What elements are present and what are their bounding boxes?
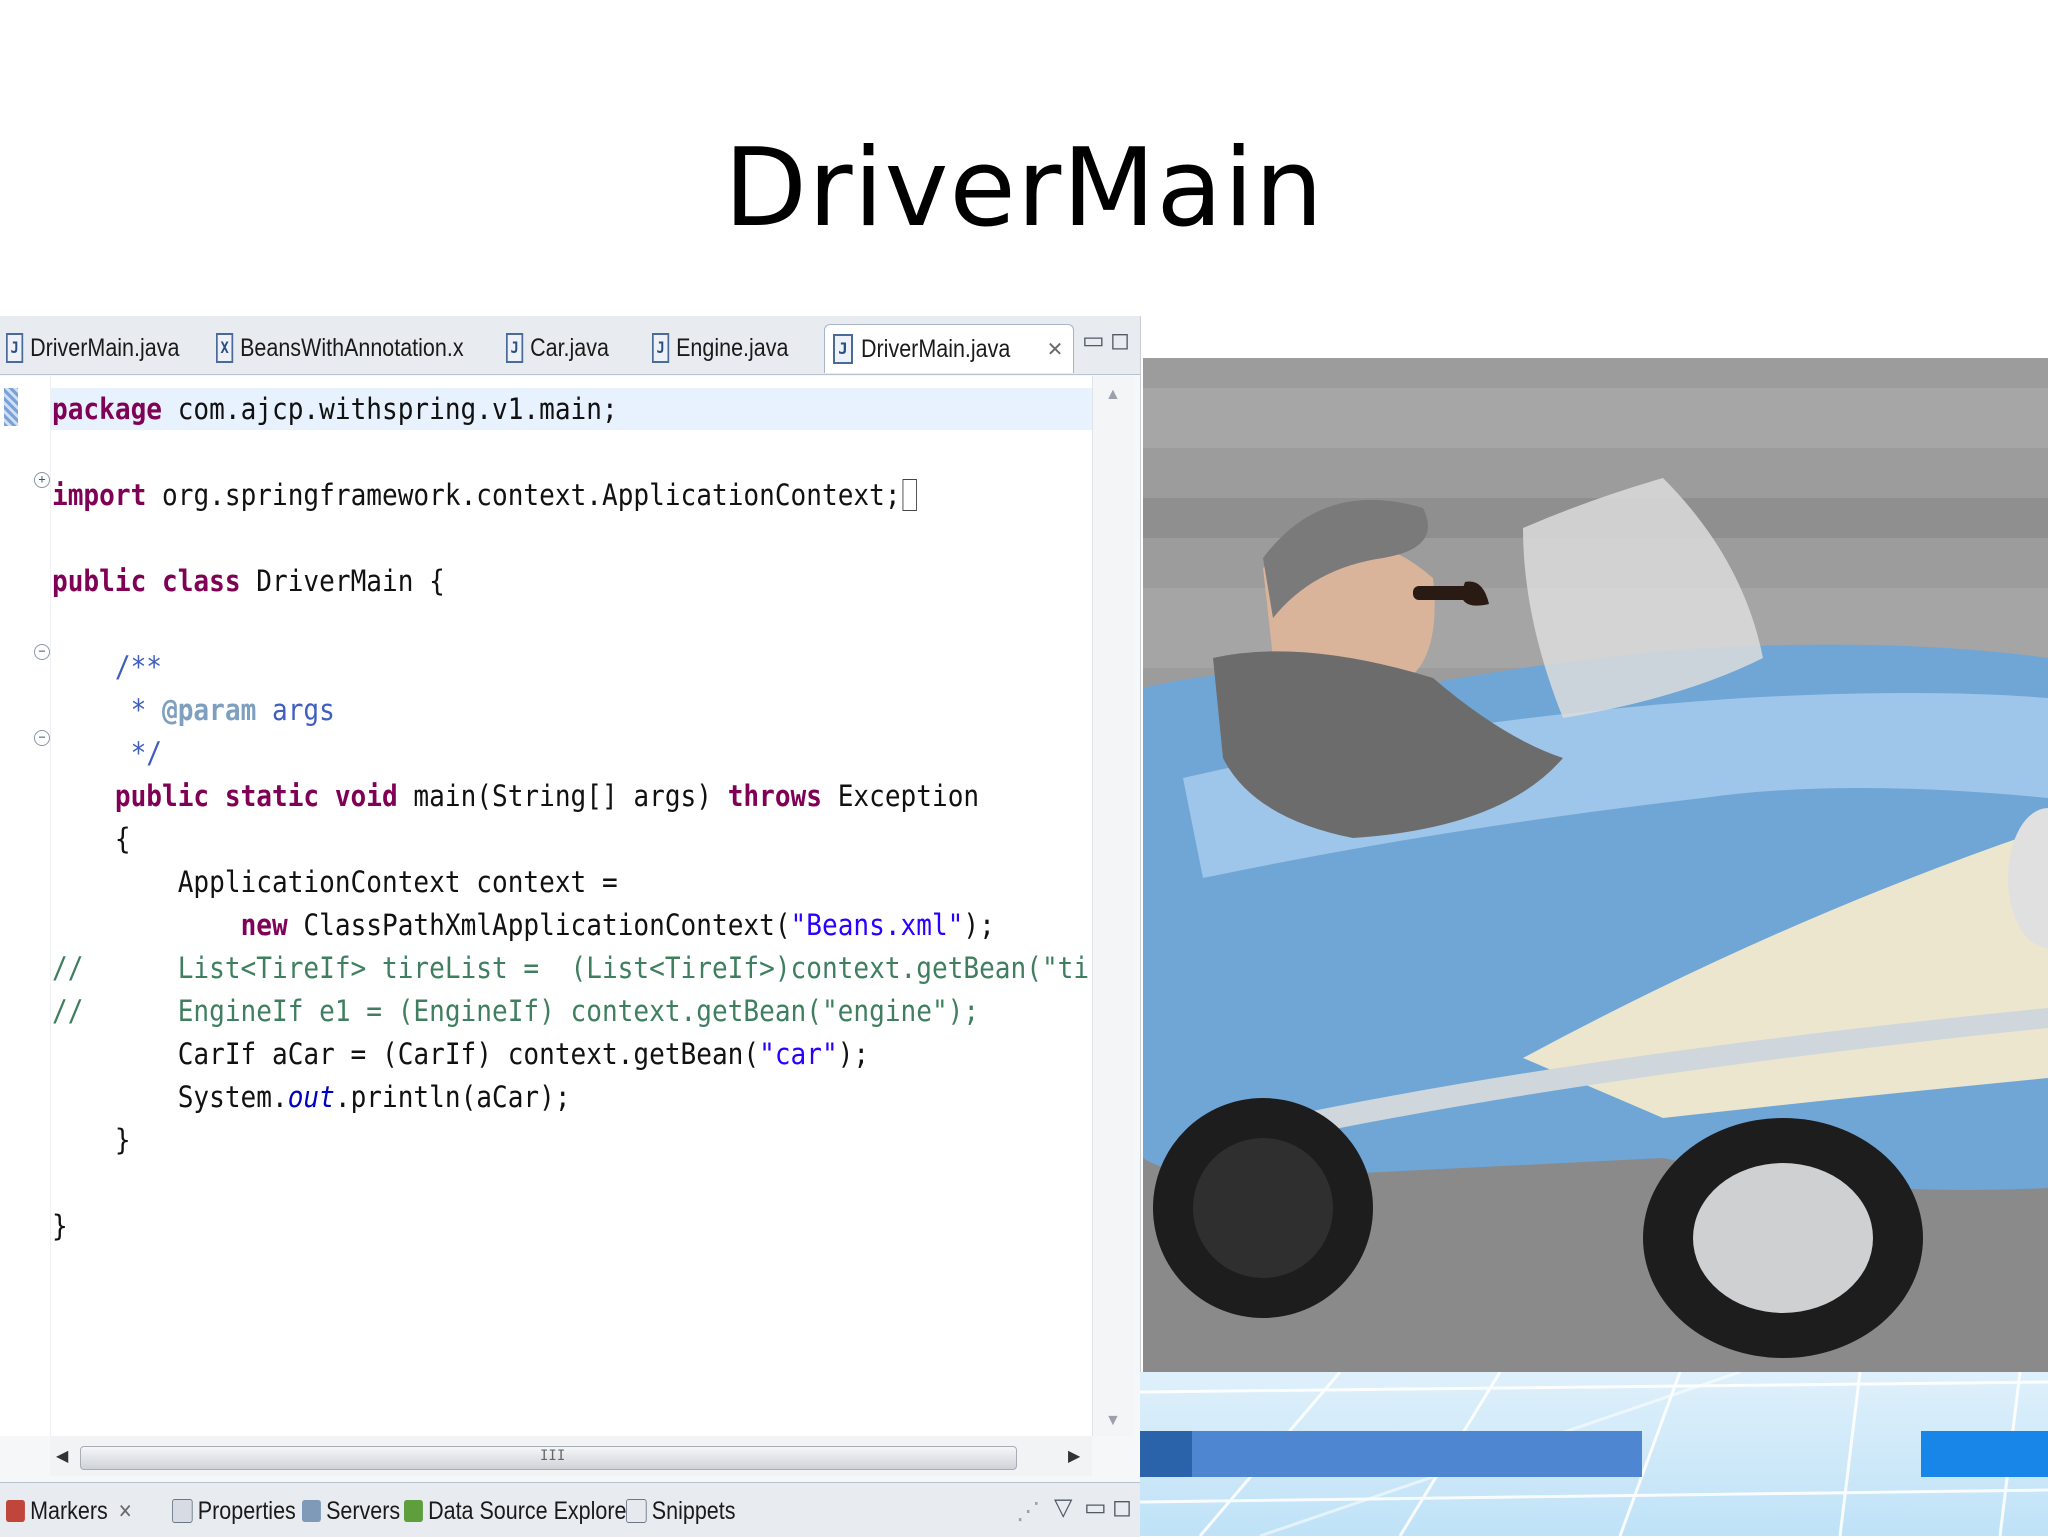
code-line-1: com.ajcp.withspring.v1.main; — [177, 392, 618, 426]
java-file-icon: J — [652, 333, 670, 363]
accent-bar-dark — [1140, 1431, 1192, 1477]
collapse-fold-icon[interactable]: − — [34, 644, 50, 660]
tab-snippets[interactable]: Snippets — [626, 1491, 735, 1531]
expand-fold-icon[interactable]: + — [34, 472, 50, 488]
properties-icon — [172, 1499, 193, 1523]
code-line-10: public static void main(String[] args) t… — [114, 779, 980, 813]
scroll-left-icon[interactable]: ◀ — [56, 1446, 68, 1466]
java-file-icon: J — [833, 334, 853, 364]
code-line-20: } — [52, 1209, 68, 1243]
tab-drivermain-java-active[interactable]: J DriverMain.java ✕ — [824, 324, 1075, 373]
code-line-5: DriverMain { — [256, 564, 445, 598]
decorative-grid-graphic — [1140, 1372, 2048, 1536]
editor-gutter: + − − — [0, 376, 51, 1436]
code-line: import org.springframework.context.Appli… — [52, 478, 917, 512]
car-photo — [1143, 358, 2048, 1372]
data-source-icon — [404, 1500, 423, 1522]
code-line: public class DriverMain { — [52, 564, 445, 598]
java-file-icon: J — [6, 333, 24, 363]
tab-data-source-explorer[interactable]: Data Source Explorer — [404, 1491, 634, 1531]
tab-beanswithannotation[interactable]: X BeansWithAnnotation.x — [216, 324, 464, 372]
tab-label: BeansWithAnnotation.x — [240, 333, 464, 362]
snippets-icon — [626, 1499, 647, 1523]
scrollbar-grip: III — [540, 1448, 566, 1464]
close-icon[interactable]: ✕ — [1047, 337, 1064, 362]
tab-label: Engine.java — [676, 333, 789, 362]
minimize-icon[interactable]: ▭ — [1082, 326, 1105, 354]
code-area[interactable]: + − − package com.ajcp.withspring.v1.mai… — [0, 376, 1092, 1436]
tab-car-java[interactable]: J Car.java — [506, 324, 609, 372]
tab-label: Servers — [326, 1496, 401, 1525]
servers-icon — [302, 1500, 321, 1522]
scroll-right-icon[interactable]: ▶ — [1068, 1446, 1080, 1466]
code-line-15: // EngineIf e1 = (EngineIf) context.getB… — [52, 994, 980, 1028]
car-illustration — [1143, 358, 2048, 1372]
code-line-7: /** — [52, 650, 162, 684]
code-line-14: // List<TireIf> tireList = (List<TireIf>… — [52, 951, 1092, 985]
tab-label: DriverMain.java — [30, 333, 180, 362]
tab-properties[interactable]: Properties — [172, 1491, 296, 1531]
code-line-3: org.springframework.context.ApplicationC… — [162, 478, 901, 512]
code-editor-panel: J DriverMain.java X BeansWithAnnotation.… — [0, 316, 1141, 1488]
maximize-icon[interactable]: ◻ — [1112, 1493, 1132, 1521]
code-line-16: CarIf aCar = (CarIf) context.getBean("ca… — [52, 1037, 870, 1071]
editor-tab-bar: J DriverMain.java X BeansWithAnnotation.… — [0, 316, 1140, 375]
slide-title: DriverMain — [723, 126, 1325, 251]
code-line: package com.ajcp.withspring.v1.main; — [52, 392, 618, 426]
view-menu-icon[interactable]: ⋰ — [1016, 1497, 1040, 1525]
accent-bar — [1192, 1431, 1642, 1477]
code-line-12: ApplicationContext context = — [52, 865, 618, 899]
scroll-down-icon[interactable]: ▼ — [1105, 1412, 1121, 1430]
tab-markers[interactable]: Markers ✕ — [6, 1491, 132, 1531]
code-line-8: * @param args — [52, 693, 335, 727]
tab-label: Properties — [197, 1496, 296, 1525]
code-line-13: new ClassPathXmlApplicationContext("Bean… — [240, 908, 995, 942]
minimize-icon[interactable]: ▭ — [1084, 1493, 1107, 1521]
views-tab-bar: Markers ✕ Properties Servers Data Source… — [0, 1482, 1140, 1537]
collapsed-imports-icon[interactable] — [902, 479, 917, 511]
code-line-18: } — [52, 1123, 131, 1157]
tab-engine-java[interactable]: J Engine.java — [652, 324, 788, 372]
markers-icon — [6, 1500, 25, 1522]
tab-label: Markers — [30, 1496, 108, 1525]
code-text[interactable]: package com.ajcp.withspring.v1.main; imp… — [52, 388, 1092, 1248]
view-dropdown-icon[interactable]: ▽ — [1054, 1493, 1072, 1521]
horizontal-scrollbar[interactable]: ◀ III ▶ — [50, 1436, 1092, 1476]
scroll-up-icon[interactable]: ▲ — [1105, 386, 1121, 404]
accent-bar-right — [1921, 1431, 2048, 1477]
code-line-11: { — [52, 822, 131, 856]
close-icon[interactable]: ✕ — [118, 1499, 132, 1524]
xml-file-icon: X — [216, 333, 234, 363]
gutter-marker — [4, 388, 18, 426]
vertical-scrollbar[interactable]: ▲ ▼ — [1092, 376, 1133, 1436]
tab-label: Car.java — [530, 333, 609, 362]
maximize-icon[interactable]: ◻ — [1110, 326, 1130, 354]
code-line-17: System.out.println(aCar); — [52, 1080, 571, 1114]
tab-label: DriverMain.java — [861, 334, 1011, 363]
code-line-9: */ — [52, 736, 162, 770]
java-file-icon: J — [506, 333, 524, 363]
tab-label: Snippets — [651, 1496, 736, 1525]
tab-drivermain-java-1[interactable]: J DriverMain.java — [6, 324, 179, 372]
collapse-fold-icon[interactable]: − — [34, 730, 50, 746]
tab-servers[interactable]: Servers — [302, 1491, 400, 1531]
tab-label: Data Source Explorer — [428, 1496, 634, 1525]
